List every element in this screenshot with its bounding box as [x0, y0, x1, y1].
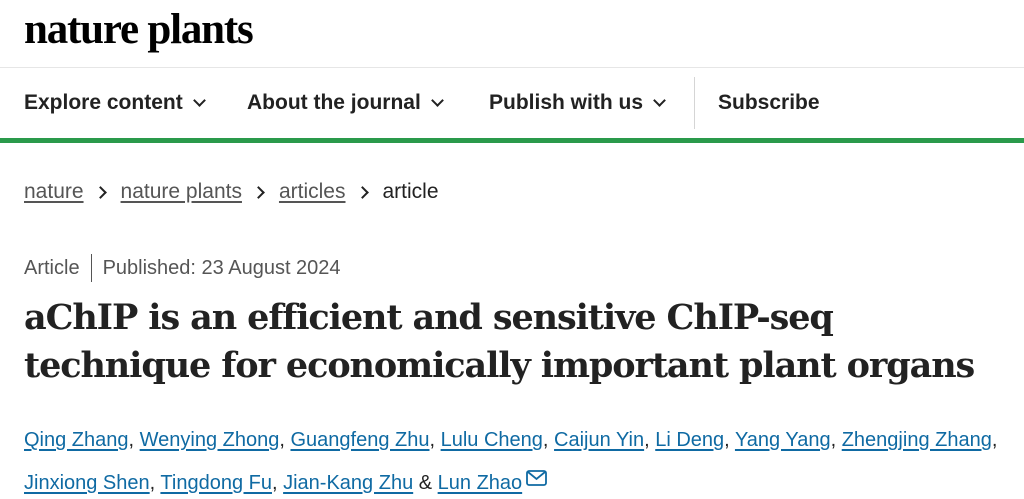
nav-subscribe[interactable]: Subscribe — [718, 68, 820, 138]
breadcrumb-link-articles[interactable]: articles — [279, 180, 346, 204]
author-link[interactable]: Lun Zhao — [438, 472, 523, 494]
mail-icon[interactable] — [526, 470, 548, 486]
breadcrumb: nature nature plants articles article — [24, 178, 439, 206]
author-link[interactable]: Lulu Cheng — [441, 429, 543, 451]
nav-label: Publish with us — [489, 91, 644, 114]
author-link[interactable]: Zhengjing Zhang — [842, 429, 992, 451]
author-separator: , — [542, 429, 555, 451]
breadcrumb-link-nature-plants[interactable]: nature plants — [121, 180, 242, 204]
chevron-down-icon — [653, 93, 666, 107]
author-separator: , — [279, 429, 291, 451]
author-link[interactable]: Li Deng — [655, 429, 724, 451]
author-link[interactable]: Jinxiong Shen — [24, 472, 150, 494]
nav-label: Explore content — [24, 91, 183, 114]
author-separator: , — [271, 472, 284, 494]
chevron-right-icon — [93, 185, 107, 199]
author-separator: , — [149, 472, 161, 494]
article-type: Article — [24, 256, 80, 279]
chevron-down-icon — [430, 93, 444, 107]
breadcrumb-link-nature[interactable]: nature — [24, 180, 84, 204]
chevron-down-icon — [192, 93, 206, 107]
nav-divider — [694, 77, 695, 129]
journal-logo[interactable]: nature plants — [24, 4, 254, 56]
meta-divider — [90, 254, 92, 282]
chevron-right-icon — [252, 185, 265, 199]
author-link[interactable]: Guangfeng Zhu — [290, 429, 429, 451]
author-link[interactable]: Wenying Zhong — [140, 429, 280, 451]
chevron-right-icon — [355, 185, 369, 199]
breadcrumb-current: article — [382, 180, 439, 203]
author-link[interactable]: Jian-Kang Zhu — [283, 472, 413, 494]
author-separator: , — [830, 429, 842, 451]
author-ampersand: & — [413, 472, 438, 494]
nav-publish-with-us[interactable]: Publish with us — [489, 68, 666, 138]
article-title: aChIP is an efficient and sensitive ChIP… — [24, 297, 975, 386]
main-nav: Explore content About the journal Publis… — [0, 68, 1024, 143]
author-link[interactable]: Yang Yang — [735, 429, 831, 451]
author-separator: , — [724, 429, 735, 451]
author-link[interactable]: Caijun Yin — [554, 429, 644, 451]
article-meta: Article Published: 23 August 2024 — [24, 254, 341, 282]
author-separator: , — [644, 429, 656, 451]
author-list: Qing Zhang, Wenying Zhong, Guangfeng Zhu… — [24, 419, 1009, 499]
site-header: nature plants — [0, 0, 1024, 68]
author-separator: , — [128, 429, 140, 451]
nav-label: Subscribe — [718, 91, 820, 114]
author-link[interactable]: Tingdong Fu — [160, 472, 272, 494]
author-separator: , — [429, 429, 441, 451]
nav-label: About the journal — [247, 91, 421, 114]
author-separator: , — [991, 429, 998, 451]
author-link[interactable]: Qing Zhang — [24, 429, 129, 451]
publish-date: Published: 23 August 2024 — [102, 256, 341, 279]
nav-explore-content[interactable]: Explore content — [24, 68, 206, 138]
nav-about-the-journal[interactable]: About the journal — [247, 68, 444, 138]
